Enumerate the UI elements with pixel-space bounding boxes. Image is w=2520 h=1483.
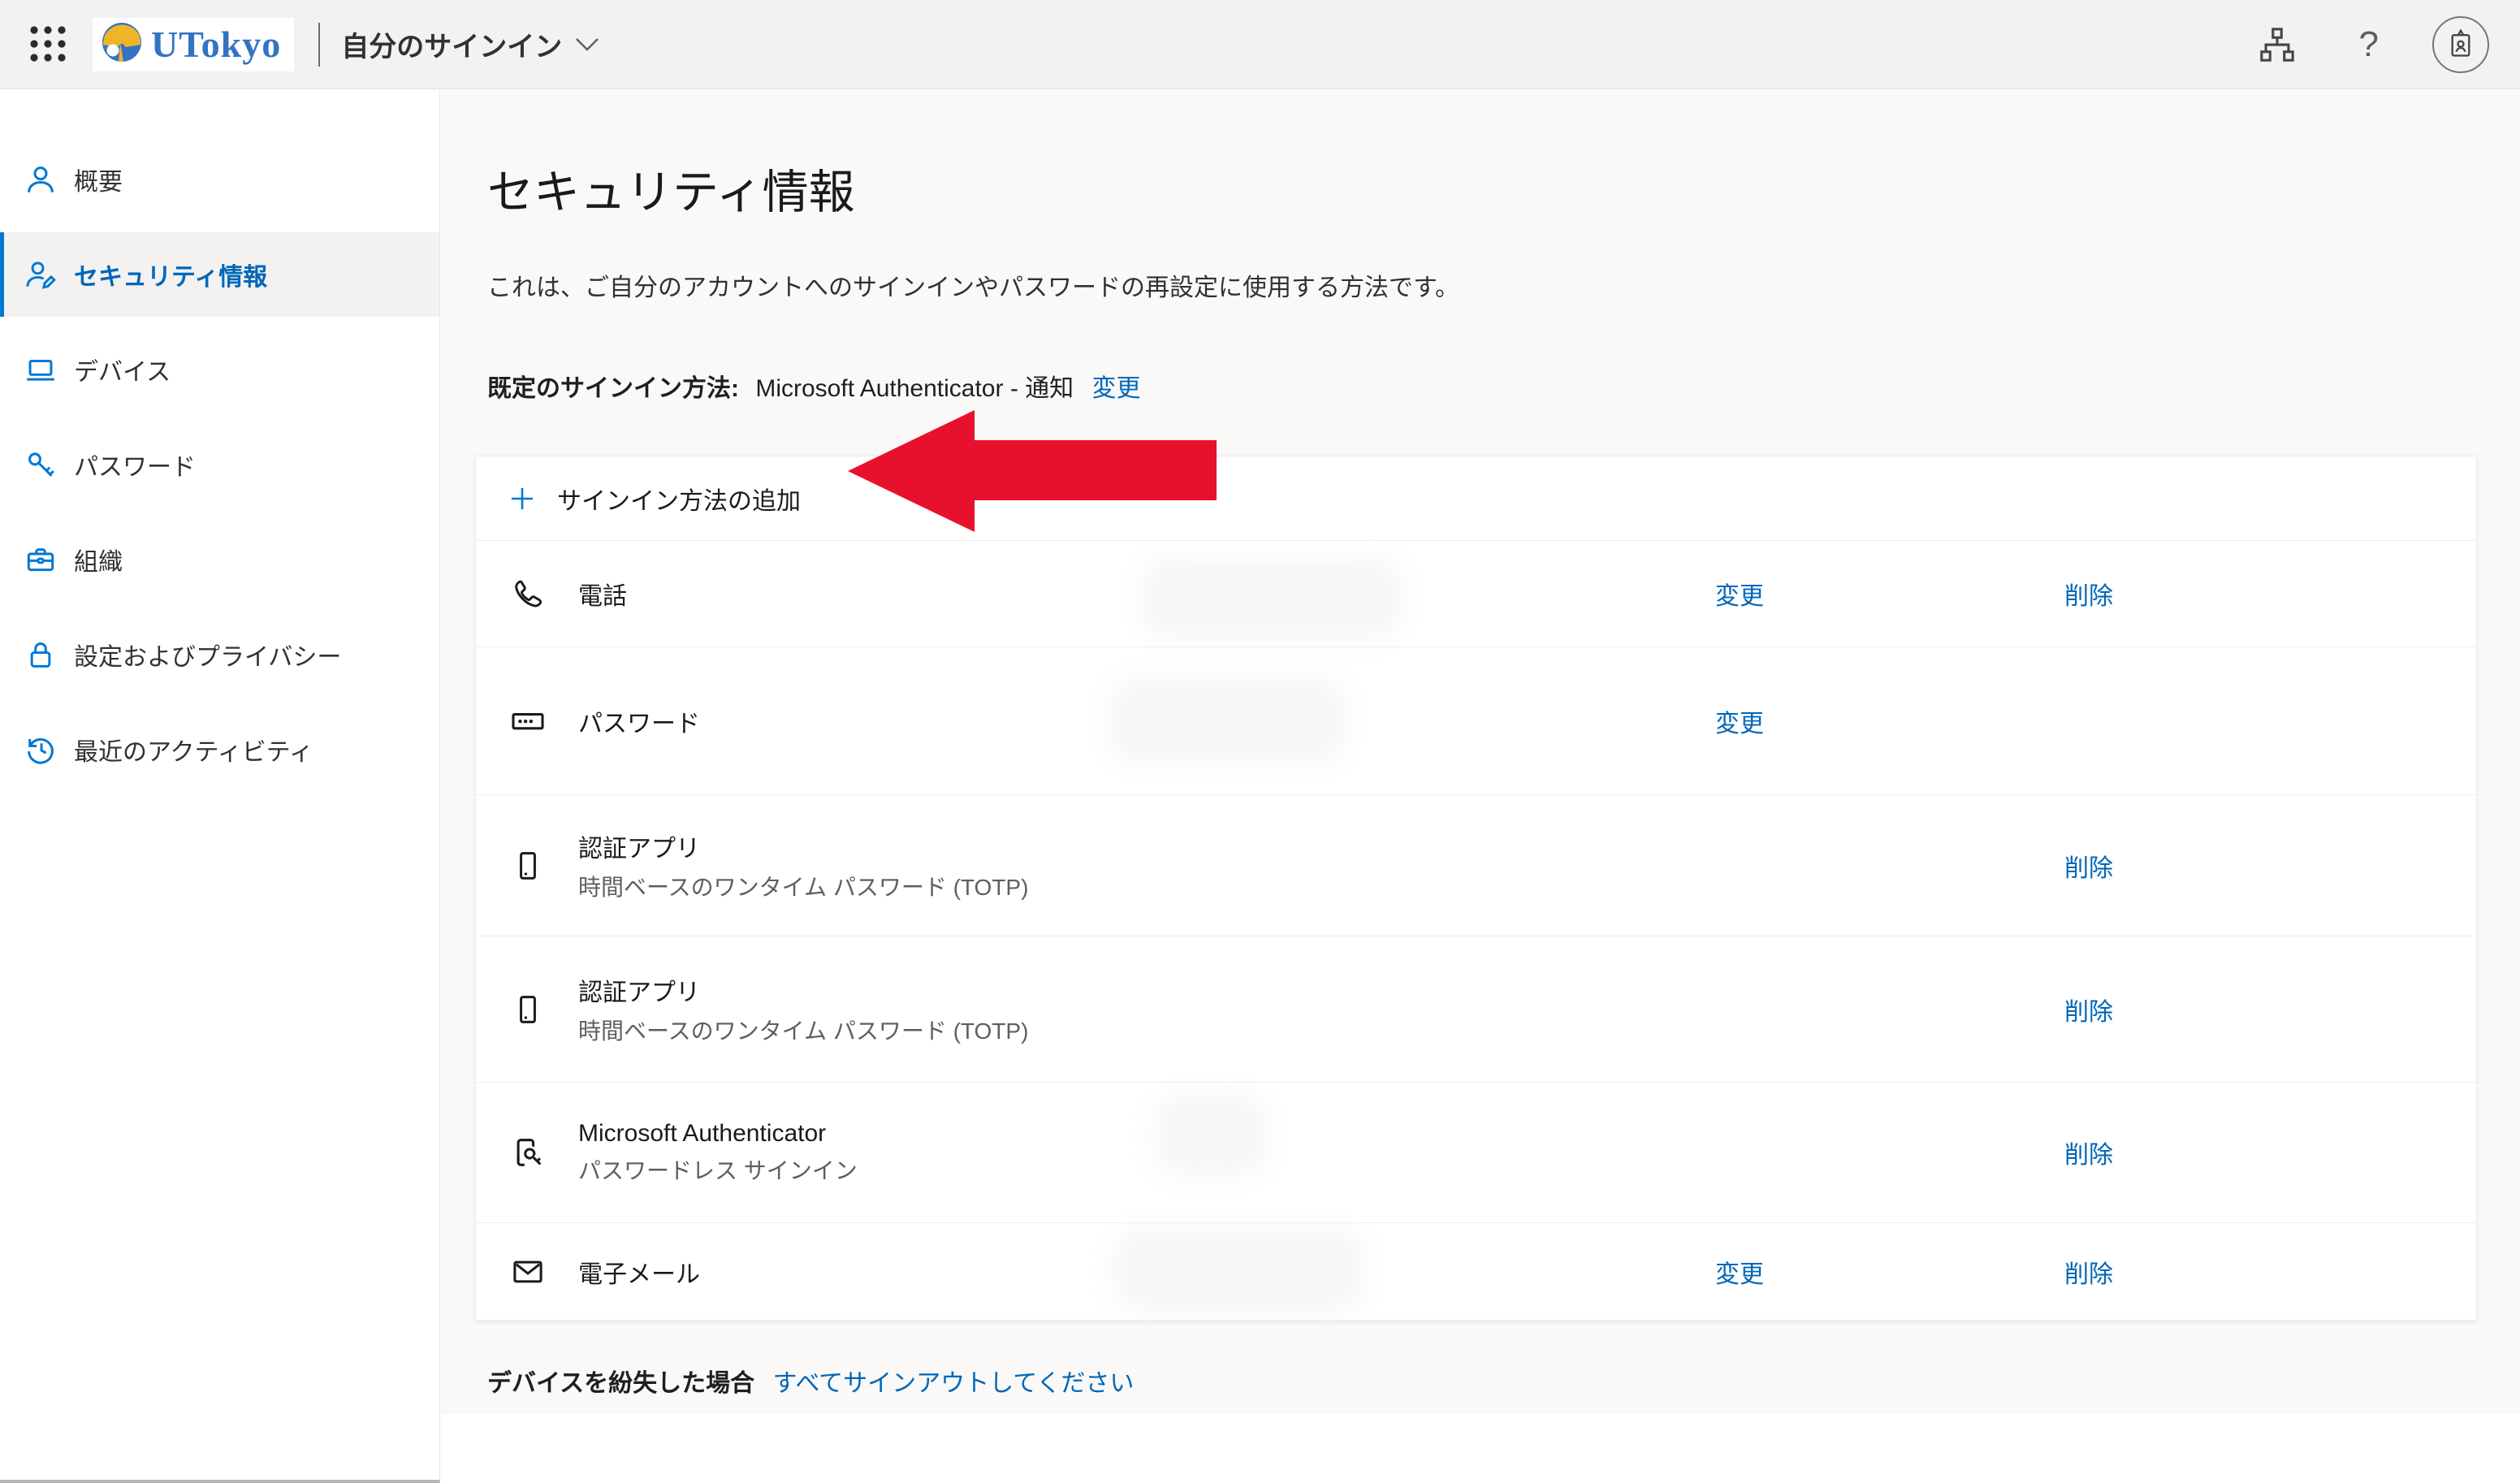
method-name: 電子メール <box>578 1254 700 1290</box>
sidebar-item-label: セキュリティ情報 <box>74 257 267 292</box>
table-row-phone: 電話 変更 削除 <box>476 541 2476 647</box>
default-method-change-link[interactable]: 変更 <box>1092 375 1141 402</box>
mail-envelope-icon <box>508 1253 547 1291</box>
mobile-phone-icon <box>508 848 547 884</box>
sidebar-item-devices[interactable]: デバイス <box>0 327 439 412</box>
signin-methods-table: サインイン方法の追加 電話 変更 削除 <box>475 456 2477 1321</box>
default-signin-method-line: 既定のサインイン方法: Microsoft Authenticator - 通知… <box>487 368 2520 404</box>
redacted-value <box>1109 678 1345 763</box>
page-title: セキュリティ情報 <box>487 155 2520 222</box>
briefcase-icon <box>22 541 59 578</box>
delete-link[interactable]: 削除 <box>2040 848 2137 884</box>
redacted-value <box>1142 557 1402 638</box>
redacted-value <box>1154 1094 1268 1175</box>
lost-device-label: デバイスを紛失した場合 <box>487 1370 754 1397</box>
my-signins-security-info-page: UTokyo 自分のサインイン ? <box>0 0 2520 1483</box>
sidebar-item-recent-activity[interactable]: 最近のアクティビティ <box>0 707 439 792</box>
change-link[interactable]: 変更 <box>1691 703 1788 739</box>
table-row-ms-authenticator: Microsoft Authenticator パスワードレス サインイン 削除 <box>476 1083 2476 1223</box>
topbar-right-icons: ? <box>2257 16 2489 73</box>
table-row-password: パスワード 変更 <box>476 647 2476 795</box>
lock-icon <box>22 636 59 673</box>
chevron-down-icon[interactable] <box>575 37 599 52</box>
sidebar-item-overview[interactable]: 概要 <box>0 137 439 222</box>
change-link[interactable]: 変更 <box>1691 576 1788 612</box>
sidebar-item-label: 設定およびプライバシー <box>74 637 341 672</box>
table-row-authenticator-totp-2: 認証アプリ 時間ベースのワンタイム パスワード (TOTP) 削除 <box>476 936 2476 1083</box>
sidebar-item-security-info[interactable]: セキュリティ情報 <box>0 232 439 317</box>
add-method-label: サインイン方法の追加 <box>557 481 801 517</box>
change-link[interactable]: 変更 <box>1691 1254 1788 1290</box>
sidebar-item-organizations[interactable]: 組織 <box>0 517 439 602</box>
method-name: 認証アプリ <box>578 828 1028 864</box>
mobile-phone-icon <box>508 992 547 1027</box>
method-name: 認証アプリ <box>578 972 1028 1008</box>
page-bottom-band <box>440 1414 2520 1483</box>
sidebar: 概要 セキュリティ情報 デバイス <box>0 90 440 1483</box>
topbar-divider <box>318 23 320 67</box>
sidebar-item-label: デバイス <box>74 352 171 387</box>
sidebar-item-label: 最近のアクティビティ <box>74 732 313 767</box>
delete-link[interactable]: 削除 <box>2040 1135 2137 1170</box>
delete-link[interactable]: 削除 <box>2040 992 2137 1027</box>
default-method-value: Microsoft Authenticator - 通知 <box>755 375 1074 402</box>
delete-link[interactable]: 削除 <box>2040 1254 2137 1290</box>
method-subtitle: 時間ベースのワンタイム パスワード (TOTP) <box>578 1014 1028 1046</box>
person-icon <box>22 161 59 198</box>
app-launcher-icon[interactable] <box>23 19 75 71</box>
plus-icon <box>508 485 536 512</box>
method-name: 電話 <box>578 576 627 612</box>
laptop-icon <box>22 351 59 388</box>
main-content: セキュリティ情報 これは、ご自分のアカウントへのサインインやパスワードの再設定に… <box>440 90 2520 1483</box>
method-subtitle: 時間ベースのワンタイム パスワード (TOTP) <box>578 870 1028 902</box>
history-clock-icon <box>22 731 59 768</box>
sidebar-item-password[interactable]: パスワード <box>0 422 439 507</box>
avatar[interactable] <box>2432 16 2489 73</box>
sidebar-item-label: 組織 <box>74 542 123 577</box>
sign-out-everywhere-link[interactable]: すべてサインアウトしてください <box>772 1370 1134 1397</box>
top-bar: UTokyo 自分のサインイン ? <box>0 0 2520 89</box>
organization-chart-icon[interactable] <box>2257 24 2297 65</box>
method-name: Microsoft Authenticator <box>578 1120 858 1148</box>
help-icon[interactable]: ? <box>2359 24 2379 65</box>
utokyo-logo[interactable]: UTokyo <box>93 18 294 71</box>
add-signin-method-button[interactable]: サインイン方法の追加 <box>476 456 2476 541</box>
sidebar-item-label: 概要 <box>74 162 123 197</box>
method-name: パスワード <box>578 703 700 739</box>
utokyo-logo-text: UTokyo <box>151 23 281 66</box>
table-row-email: 電子メール 変更 削除 <box>476 1223 2476 1320</box>
redacted-value <box>1113 1230 1365 1311</box>
password-dots-icon <box>508 703 547 740</box>
sidebar-item-settings-privacy[interactable]: 設定およびプライバシー <box>0 612 439 697</box>
page-description: これは、ご自分のアカウントへのサインインやパスワードの再設定に使用する方法です。 <box>487 267 2520 303</box>
authenticator-key-icon <box>508 1134 547 1171</box>
default-method-label: 既定のサインイン方法: <box>487 375 739 402</box>
sidebar-item-label: パスワード <box>74 447 196 482</box>
phone-handset-icon <box>508 576 547 612</box>
table-row-authenticator-totp-1: 認証アプリ 時間ベースのワンタイム パスワード (TOTP) 削除 <box>476 795 2476 936</box>
method-subtitle: パスワードレス サインイン <box>578 1153 858 1186</box>
key-icon <box>22 446 59 483</box>
person-edit-icon <box>22 256 59 293</box>
delete-link[interactable]: 削除 <box>2040 576 2137 612</box>
app-title: 自分のサインイン <box>341 24 562 64</box>
lost-device-line: デバイスを紛失した場合 すべてサインアウトしてください <box>487 1363 2520 1399</box>
utokyo-ginkgo-icon <box>99 19 145 69</box>
